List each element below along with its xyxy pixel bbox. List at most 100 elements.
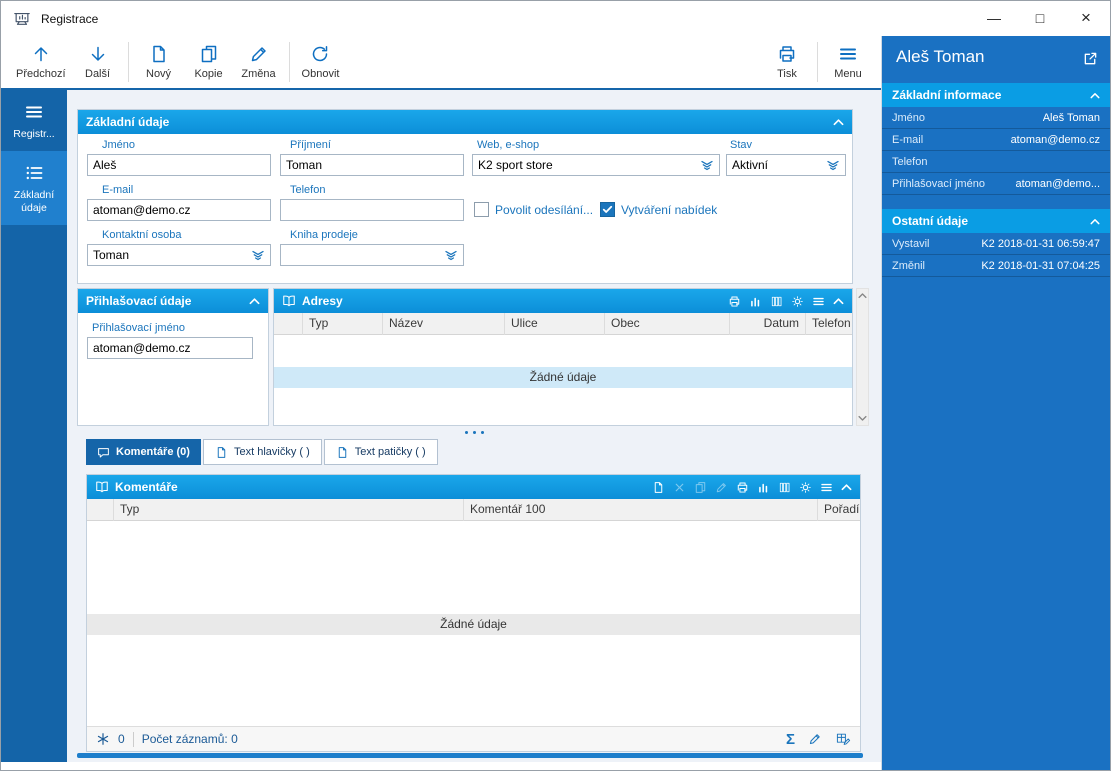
column-header-typ[interactable]: Typ	[302, 313, 382, 335]
kniha-prodeje-dropdown[interactable]	[280, 244, 464, 266]
row-value: atoman@demo...	[1015, 178, 1100, 190]
info-row: Telefon	[882, 151, 1110, 173]
kniha-prodeje-label: Kniha prodeje	[290, 229, 358, 241]
sidebar-item-label: Registr...	[3, 128, 65, 141]
hamburger-icon[interactable]	[812, 295, 825, 308]
columns-icon[interactable]	[778, 481, 791, 494]
next-button[interactable]: Další	[73, 42, 123, 82]
tab-text-paticky[interactable]: Text patičky ( )	[324, 439, 438, 465]
scroll-up-icon[interactable]	[858, 292, 867, 299]
kontaktni-osoba-dropdown[interactable]: Toman	[87, 244, 271, 266]
section-header-basic-info[interactable]: Základní informace	[882, 83, 1110, 107]
row-label: Přihlašovací jméno	[892, 178, 985, 190]
chart-icon[interactable]	[749, 295, 762, 308]
column-header-telefon[interactable]: Telefon	[805, 313, 852, 335]
collapse-chevron-up-icon[interactable]	[833, 297, 844, 305]
collapse-chevron-up-icon[interactable]	[841, 483, 852, 491]
row-label: Telefon	[892, 156, 927, 168]
row-label: Jméno	[892, 112, 925, 124]
gear-icon[interactable]	[791, 295, 804, 308]
window-title: Registrace	[41, 12, 98, 26]
addresses-panel: Adresy Typ Název Ulice Obec Datum Telefo…	[273, 288, 853, 426]
new-button[interactable]: Nový	[134, 42, 184, 82]
vytvareni-nabidek-checkbox[interactable]	[600, 202, 615, 217]
copy-button[interactable]: Kopie	[184, 42, 234, 82]
previous-button[interactable]: Předchozí	[9, 42, 73, 82]
open-card-icon[interactable]	[1083, 51, 1098, 66]
change-button[interactable]: Změna	[234, 42, 284, 82]
hamburger-icon[interactable]	[820, 481, 833, 494]
new-document-icon[interactable]	[652, 481, 665, 494]
panel-title: Komentáře	[115, 480, 178, 494]
copy-label: Kopie	[194, 68, 222, 80]
sidebar-item-zakladni-udaje[interactable]: Základní údaje	[1, 151, 67, 225]
column-header-datum[interactable]: Datum	[729, 313, 805, 335]
print-icon	[777, 44, 797, 64]
horizontal-splitter[interactable]	[67, 428, 881, 436]
addresses-empty-message: Žádné údaje	[274, 367, 852, 388]
close-button[interactable]: ×	[1063, 1, 1109, 34]
maximize-button[interactable]: □	[1017, 1, 1063, 34]
kontaktni-osoba-label: Kontaktní osoba	[102, 229, 182, 241]
prijmeni-input[interactable]	[280, 154, 464, 176]
email-input[interactable]	[87, 199, 271, 221]
document-icon	[215, 446, 228, 459]
tab-komentare[interactable]: Komentáře (0)	[86, 439, 201, 465]
dropdown-icon	[700, 160, 714, 171]
refresh-icon	[310, 44, 330, 64]
record-count-label: Počet záznamů: 0	[142, 732, 238, 746]
section-header-other-info[interactable]: Ostatní údaje	[882, 209, 1110, 233]
column-header-ulice[interactable]: Ulice	[504, 313, 604, 335]
dropdown-icon	[826, 160, 840, 171]
column-header-indicator	[87, 499, 113, 521]
pencil-icon	[715, 481, 728, 494]
gear-icon[interactable]	[799, 481, 812, 494]
sidebar-item-registrace[interactable]: Registr...	[1, 90, 67, 151]
dropdown-icon	[251, 250, 265, 261]
vytvareni-nabidek-label: Vytváření nabídek	[621, 203, 717, 217]
new-document-icon	[149, 44, 169, 64]
tab-text-hlavicky[interactable]: Text hlavičky ( )	[203, 439, 322, 465]
comments-panel: Komentáře Typ Komentář 100	[86, 474, 861, 752]
row-label: E-mail	[892, 134, 923, 146]
sum-icon[interactable]: Σ	[786, 731, 795, 748]
grid-edit-icon[interactable]	[835, 731, 851, 747]
profile-name: Aleš Toman	[896, 47, 985, 67]
sidebar-item-label: Základní údaje	[3, 189, 65, 215]
column-header-typ[interactable]: Typ	[113, 499, 463, 521]
columns-icon[interactable]	[770, 295, 783, 308]
toolbar-separator	[817, 42, 818, 82]
print-icon[interactable]	[736, 481, 749, 494]
row-label: Změnil	[892, 260, 925, 272]
print-button[interactable]: Tisk	[762, 42, 812, 82]
web-eshop-dropdown[interactable]: K2 sport store	[472, 154, 720, 176]
prihlasovaci-jmeno-input[interactable]	[87, 337, 253, 359]
horizontal-scrollbar[interactable]	[77, 753, 863, 758]
scroll-down-icon[interactable]	[858, 415, 867, 422]
collapse-chevron-up-icon[interactable]	[833, 118, 844, 126]
panel-title: Přihlašovací údaje	[86, 294, 191, 308]
povolit-odesilani-checkbox[interactable]	[474, 202, 489, 217]
column-header-nazev[interactable]: Název	[382, 313, 504, 335]
menu-button[interactable]: Menu	[823, 42, 873, 82]
speech-bubble-icon	[97, 446, 110, 459]
copy-icon	[694, 481, 707, 494]
filter-asterisk-icon[interactable]	[96, 732, 110, 746]
vertical-scrollbar[interactable]	[856, 288, 869, 426]
jmeno-input[interactable]	[87, 154, 271, 176]
left-sidebar: Registr... Základní údaje	[1, 90, 67, 762]
arrow-up-icon	[31, 44, 51, 64]
print-icon[interactable]	[728, 295, 741, 308]
stav-dropdown[interactable]: Aktivní	[726, 154, 846, 176]
chart-icon[interactable]	[757, 481, 770, 494]
edit-icon[interactable]	[808, 732, 822, 746]
column-header-obec[interactable]: Obec	[604, 313, 729, 335]
column-header-poradi[interactable]: Pořadí	[817, 499, 860, 521]
refresh-button[interactable]: Obnovit	[295, 42, 347, 82]
column-header-komentar[interactable]: Komentář 100	[463, 499, 817, 521]
addresses-grid-header: Typ Název Ulice Obec Datum Telefon	[274, 313, 852, 335]
collapse-chevron-up-icon[interactable]	[249, 297, 260, 305]
telefon-input[interactable]	[280, 199, 464, 221]
minimize-button[interactable]: —	[971, 1, 1017, 34]
comments-grid-header: Typ Komentář 100 Pořadí	[87, 499, 860, 521]
